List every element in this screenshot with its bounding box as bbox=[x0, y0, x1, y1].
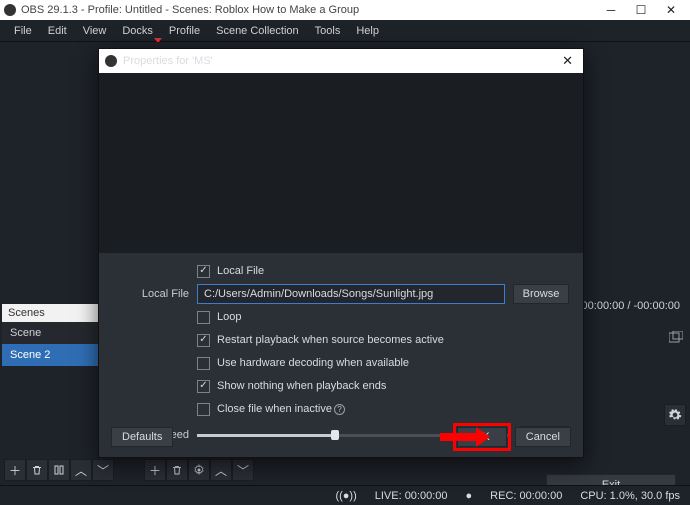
status-live: LIVE: 00:00:00 bbox=[375, 490, 448, 502]
menu-edit[interactable]: Edit bbox=[40, 22, 75, 40]
browse-button[interactable]: Browse bbox=[513, 284, 569, 304]
defaults-button[interactable]: Defaults bbox=[111, 427, 173, 447]
close-file-label: Close file when inactive bbox=[217, 403, 332, 415]
bottom-toolbar: ＋ ︿ ﹀ ＋ ︿ ﹀ bbox=[4, 459, 254, 481]
restart-label: Restart playback when source becomes act… bbox=[217, 334, 444, 346]
show-nothing-checkbox[interactable] bbox=[197, 380, 210, 393]
scenes-panel: Scenes Scene Scene 2 bbox=[2, 304, 98, 366]
hw-decode-checkbox[interactable] bbox=[197, 357, 210, 370]
scene-filters-button[interactable] bbox=[48, 459, 70, 481]
settings-gear-button[interactable] bbox=[664, 404, 686, 426]
add-source-button[interactable]: ＋ bbox=[144, 459, 166, 481]
menu-tools[interactable]: Tools bbox=[307, 22, 349, 40]
source-up-button[interactable]: ︿ bbox=[210, 459, 232, 481]
source-preview bbox=[99, 73, 583, 253]
dialog-form: Local File Local File Browse Loop Restar… bbox=[99, 253, 583, 446]
loop-checkbox[interactable] bbox=[197, 311, 210, 324]
maximize-button[interactable]: ☐ bbox=[626, 3, 656, 17]
close-file-checkbox[interactable] bbox=[197, 403, 210, 416]
menu-view[interactable]: View bbox=[75, 22, 115, 40]
ok-button[interactable]: OK bbox=[457, 427, 507, 447]
add-scene-button[interactable]: ＋ bbox=[4, 459, 26, 481]
time-readout: 00:00:00 / -00:00:00 bbox=[582, 300, 680, 312]
broadcast-icon: ((●)) bbox=[335, 490, 356, 502]
menu-docks[interactable]: Docks bbox=[114, 22, 161, 40]
restart-checkbox[interactable] bbox=[197, 334, 210, 347]
window-title: OBS 29.1.3 - Profile: Untitled - Scenes:… bbox=[21, 4, 359, 16]
window-titlebar: OBS 29.1.3 - Profile: Untitled - Scenes:… bbox=[0, 0, 690, 20]
status-bar: ((●)) LIVE: 00:00:00 ● REC: 00:00:00 CPU… bbox=[0, 485, 690, 505]
menubar: File Edit View Docks Profile Scene Colle… bbox=[0, 20, 690, 42]
dialog-title: Properties for 'MS' bbox=[123, 55, 213, 67]
hw-decode-label: Use hardware decoding when available bbox=[217, 357, 409, 369]
local-file-field-label: Local File bbox=[113, 288, 197, 300]
popout-icon[interactable] bbox=[666, 328, 686, 346]
remove-scene-button[interactable] bbox=[26, 459, 48, 481]
properties-dialog: Properties for 'MS' ✕ Local File Local F… bbox=[98, 48, 584, 458]
record-icon: ● bbox=[466, 490, 473, 502]
minimize-button[interactable]: ─ bbox=[596, 3, 626, 17]
status-cpu: CPU: 1.0%, 30.0 fps bbox=[580, 490, 680, 502]
close-button[interactable]: ✕ bbox=[656, 3, 686, 17]
dialog-footer: Defaults OK Cancel bbox=[111, 427, 571, 447]
scene-item[interactable]: Scene 2 bbox=[2, 344, 98, 366]
scene-down-button[interactable]: ﹀ bbox=[92, 459, 114, 481]
local-file-checkbox[interactable] bbox=[197, 265, 210, 278]
menu-scene-collection[interactable]: Scene Collection bbox=[208, 22, 307, 40]
local-file-input[interactable] bbox=[197, 284, 505, 304]
loop-label: Loop bbox=[217, 311, 241, 323]
menu-help[interactable]: Help bbox=[348, 22, 387, 40]
source-properties-button[interactable] bbox=[188, 459, 210, 481]
remove-source-button[interactable] bbox=[166, 459, 188, 481]
status-rec: REC: 00:00:00 bbox=[490, 490, 562, 502]
cancel-button[interactable]: Cancel bbox=[515, 427, 571, 447]
scene-item[interactable]: Scene bbox=[2, 322, 98, 344]
dialog-icon bbox=[105, 55, 117, 67]
source-down-button[interactable]: ﹀ bbox=[232, 459, 254, 481]
show-nothing-label: Show nothing when playback ends bbox=[217, 380, 386, 392]
scene-up-button[interactable]: ︿ bbox=[70, 459, 92, 481]
dialog-close-button[interactable]: ✕ bbox=[558, 53, 577, 69]
info-icon[interactable]: ? bbox=[334, 404, 345, 415]
menu-profile[interactable]: Profile bbox=[161, 22, 208, 40]
dialog-titlebar: Properties for 'MS' ✕ bbox=[99, 49, 583, 73]
local-file-label: Local File bbox=[217, 265, 264, 277]
menu-file[interactable]: File bbox=[6, 22, 40, 40]
scenes-header: Scenes bbox=[2, 304, 98, 322]
app-icon bbox=[4, 4, 16, 16]
